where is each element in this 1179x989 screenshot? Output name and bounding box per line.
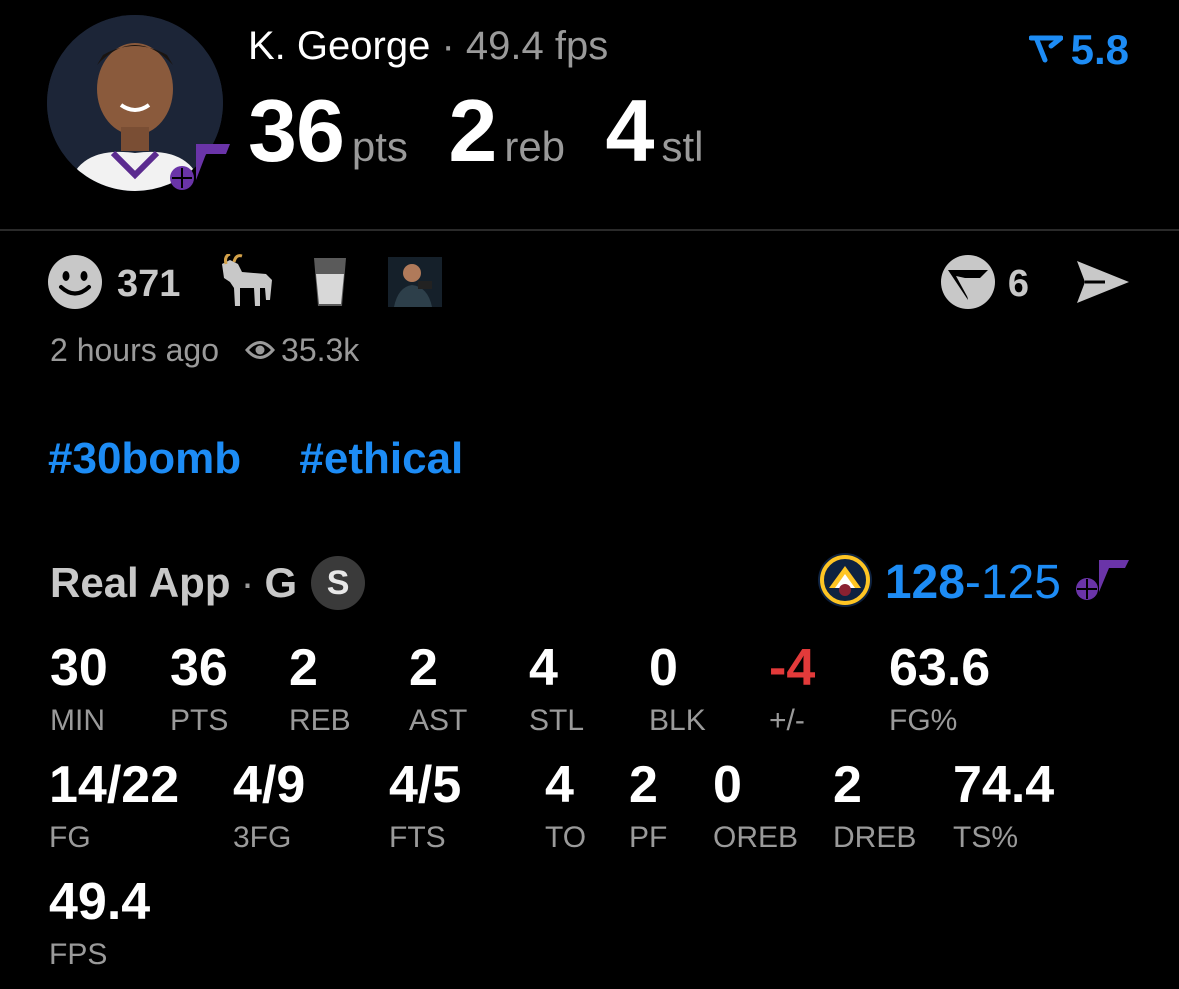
stat-cell: 4/9 3FG: [233, 759, 305, 855]
stat-label: OREB: [713, 821, 799, 854]
stat-value: 14/22: [49, 756, 180, 814]
score-loser: 125: [980, 556, 1061, 609]
statline-value: 36: [248, 81, 345, 180]
stat-value: 2: [629, 756, 658, 814]
divider: [0, 229, 1179, 231]
reaction-count: 371: [117, 263, 181, 305]
jazz-note-icon: [1069, 558, 1131, 607]
game-info: Real App · G S: [50, 556, 366, 610]
comment-count: 6: [1007, 263, 1029, 305]
stat-cell: 4 TO: [545, 759, 586, 855]
starter-badge: S: [311, 556, 366, 610]
stat-value: 36: [170, 639, 228, 697]
smiley-icon[interactable]: [47, 254, 103, 315]
stat-value: 2: [289, 639, 318, 697]
stat-label: FG: [49, 821, 91, 854]
eye-icon: [245, 332, 276, 369]
stat-cell: 4/5 FTS: [389, 759, 461, 855]
stat-value: 0: [649, 639, 678, 697]
stat-label: PF: [629, 821, 668, 854]
stat-label: +/-: [769, 704, 805, 737]
view-count: 35.3k: [245, 332, 359, 369]
statline-unit: pts: [351, 123, 408, 170]
stat-label: MIN: [50, 704, 105, 737]
stat-label: 3FG: [233, 821, 292, 854]
hashtags: #30bomb #ethical: [48, 434, 509, 484]
stat-cell: 63.6 FG%: [889, 642, 990, 738]
player-name[interactable]: K. George: [248, 24, 430, 68]
stat-value: 4/5: [389, 756, 462, 814]
view-count-value: 35.3k: [281, 332, 360, 368]
stat-cell: 30 MIN: [50, 642, 108, 738]
stat-cell: 2 DREB: [833, 759, 916, 855]
stat-label: FG%: [889, 704, 958, 737]
stat-value: 4: [529, 639, 558, 697]
post-time: 2 hours ago: [50, 332, 220, 368]
separator: ·: [441, 24, 455, 68]
stat-value: 49.4: [49, 873, 151, 931]
nuggets-logo-icon: [817, 552, 873, 613]
score: 128-125: [885, 555, 1061, 610]
player-fps: 49.4 fps: [465, 24, 609, 68]
stat-cell: 0 BLK: [649, 642, 706, 738]
comment-icon[interactable]: [940, 254, 996, 315]
stat-value: 74.4: [953, 756, 1055, 814]
stat-cell: 0 OREB: [713, 759, 798, 855]
rating-arrow-icon: [1028, 26, 1064, 74]
player-position: G: [264, 559, 298, 606]
stat-label: AST: [409, 704, 468, 737]
stat-label: REB: [289, 704, 351, 737]
stat-label: FPS: [49, 938, 108, 971]
statline-value: 4: [605, 81, 654, 180]
stat-value: 30: [50, 639, 108, 697]
stat-value: 2: [833, 756, 862, 814]
stat-value: 63.6: [889, 639, 991, 697]
statline-value: 2: [448, 81, 497, 180]
stat-cell: 74.4 TS%: [953, 759, 1054, 855]
rating[interactable]: 5.8: [1028, 26, 1129, 74]
game-source: Real App: [50, 559, 231, 606]
game-score[interactable]: 128-125: [817, 552, 1131, 613]
send-icon[interactable]: [1075, 259, 1131, 310]
stat-cell: -4 +/-: [769, 642, 815, 738]
stat-label: STL: [529, 704, 585, 737]
post-actions: 6: [940, 254, 1131, 315]
statline-unit: stl: [661, 123, 704, 170]
score-dash: -: [964, 556, 981, 609]
stat-cell: 2 AST: [409, 642, 467, 738]
stat-cell: 4 STL: [529, 642, 584, 738]
stat-cell: 2 PF: [629, 759, 667, 855]
stat-cell: 14/22 FG: [49, 759, 179, 855]
reactions-bar: 371: [47, 252, 443, 315]
stat-label: BLK: [649, 704, 706, 737]
goat-icon[interactable]: [216, 252, 276, 315]
post-meta: 2 hours ago 35.3k: [50, 332, 359, 369]
jazz-note-icon: [160, 140, 232, 192]
hashtag[interactable]: #30bomb: [48, 434, 241, 483]
statline-unit: reb: [504, 123, 566, 170]
score-winner: 128: [884, 556, 965, 609]
stat-value: 4/9: [233, 756, 306, 814]
player-name-line: K. George · 49.4 fps: [248, 24, 608, 69]
stat-label: DREB: [833, 821, 917, 854]
stat-cell: 49.4 FPS: [49, 876, 150, 972]
stat-cell: 2 REB: [289, 642, 351, 738]
stat-value: -4: [769, 639, 816, 697]
glass-icon[interactable]: [312, 256, 348, 313]
separator: ·: [240, 559, 255, 606]
stat-label: PTS: [170, 704, 229, 737]
hashtag[interactable]: #ethical: [299, 434, 463, 483]
reaction-image-icon[interactable]: [388, 257, 443, 312]
stat-label: FTS: [389, 821, 446, 854]
stat-value: 0: [713, 756, 742, 814]
stat-value: 2: [409, 639, 438, 697]
rating-value: 5.8: [1070, 26, 1129, 73]
stat-value: 4: [545, 756, 574, 814]
statline: 36 pts 2 reb 4 stl: [248, 80, 739, 182]
stat-label: TO: [545, 821, 587, 854]
stat-cell: 36 PTS: [170, 642, 228, 738]
stat-label: TS%: [953, 821, 1019, 854]
